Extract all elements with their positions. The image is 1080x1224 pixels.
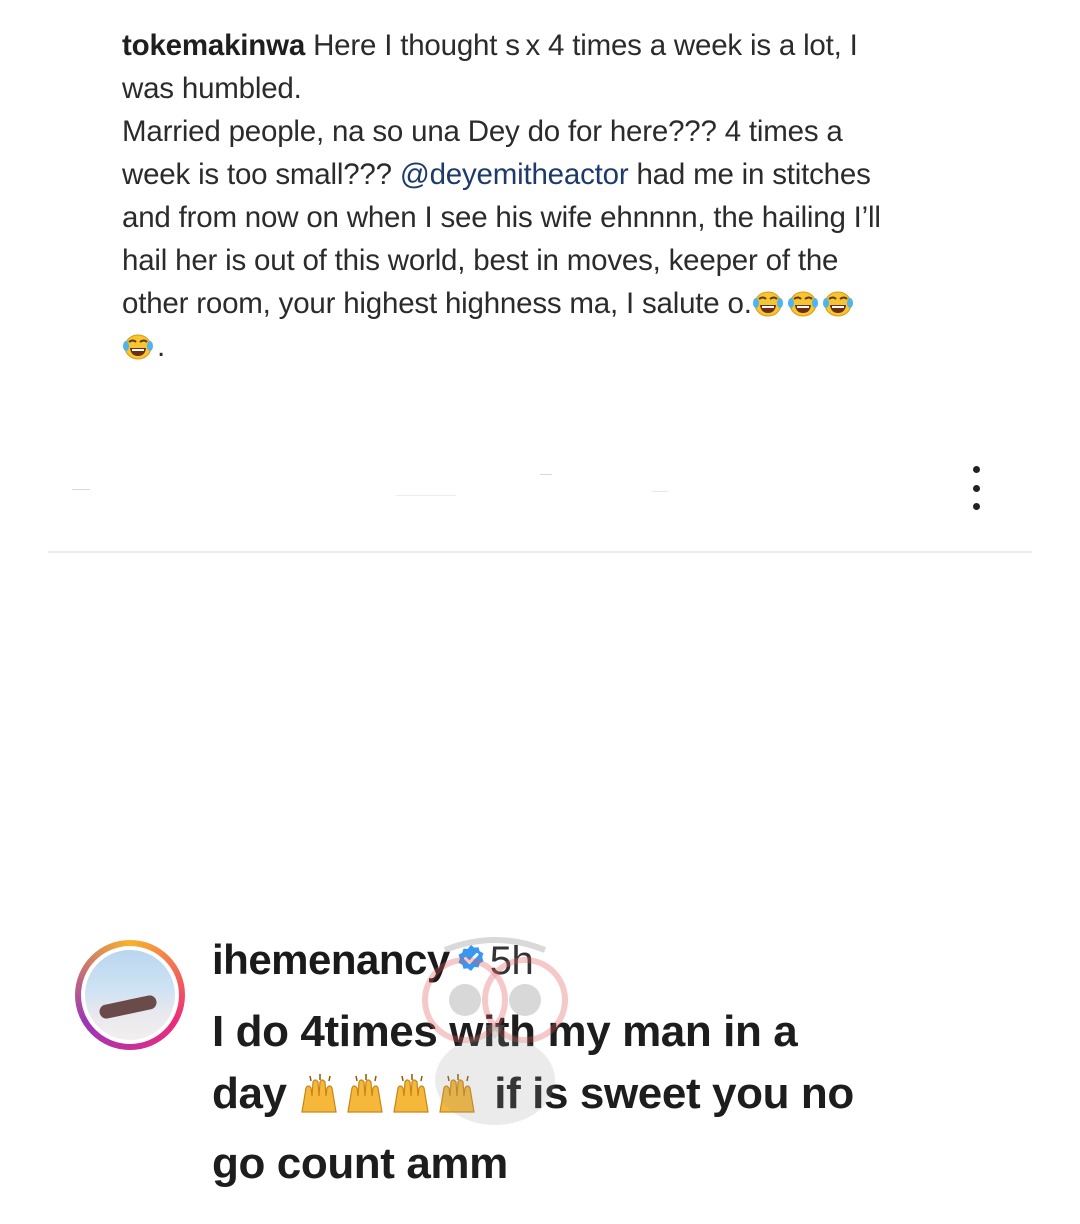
caption-text-line-3: Married people, na so una Dey do for her… — [122, 115, 843, 148]
comment-text-line-1: I do 4times with my man in a — [212, 1007, 798, 1056]
caption-text-line-1: Here I thought s x 4 times a week is a l… — [313, 29, 858, 62]
post-username[interactable]: tokemakinwa — [122, 29, 305, 62]
divider — [48, 551, 1032, 553]
caption-text-line-6: hail her is out of this world, best in m… — [122, 244, 839, 277]
comment-text-line-2b: if is sweet you no — [494, 1069, 854, 1118]
faint-mark — [396, 495, 456, 496]
mention-link[interactable]: @deyemitheactor — [400, 158, 629, 191]
caption-text-line-4b: had me in stitches — [636, 158, 871, 191]
faint-mark — [652, 491, 668, 492]
faint-mark — [540, 474, 552, 475]
caption-end: . — [157, 330, 165, 363]
comment-text-line-2a: day — [212, 1069, 287, 1118]
caption-text-line-2: was humbled. — [122, 72, 302, 105]
post-caption: tokemakinwa Here I thought s x 4 times a… — [122, 24, 952, 368]
comment-text-line-3: go count amm — [212, 1139, 508, 1188]
comment-timestamp: 5h — [489, 939, 534, 983]
raising-hands-group — [298, 1071, 482, 1133]
raising-hands-icon — [390, 1072, 434, 1116]
raising-hands-icon — [344, 1072, 388, 1116]
tears-of-joy-icon — [122, 332, 154, 362]
avatar[interactable] — [75, 940, 185, 1050]
raising-hands-icon — [436, 1072, 480, 1116]
tears-of-joy-icon — [787, 289, 819, 319]
raising-hands-icon — [298, 1072, 342, 1116]
verified-badge-icon — [456, 935, 486, 971]
more-options-icon[interactable] — [962, 466, 990, 510]
faint-mark — [72, 489, 90, 490]
comment-username[interactable]: ihemenancy — [212, 936, 450, 983]
avatar-photo — [98, 994, 158, 1020]
tears-of-joy-icon — [752, 289, 784, 319]
caption-text-line-7: other room, your highest highness ma, I … — [122, 287, 752, 320]
tears-of-joy-icon — [822, 289, 854, 319]
comment-text: I do 4times with my man in a day if is s… — [212, 1001, 1012, 1195]
caption-text-line-5: and from now on when I see his wife ehnn… — [122, 201, 881, 234]
caption-text-line-4: week is too small??? — [122, 158, 392, 191]
